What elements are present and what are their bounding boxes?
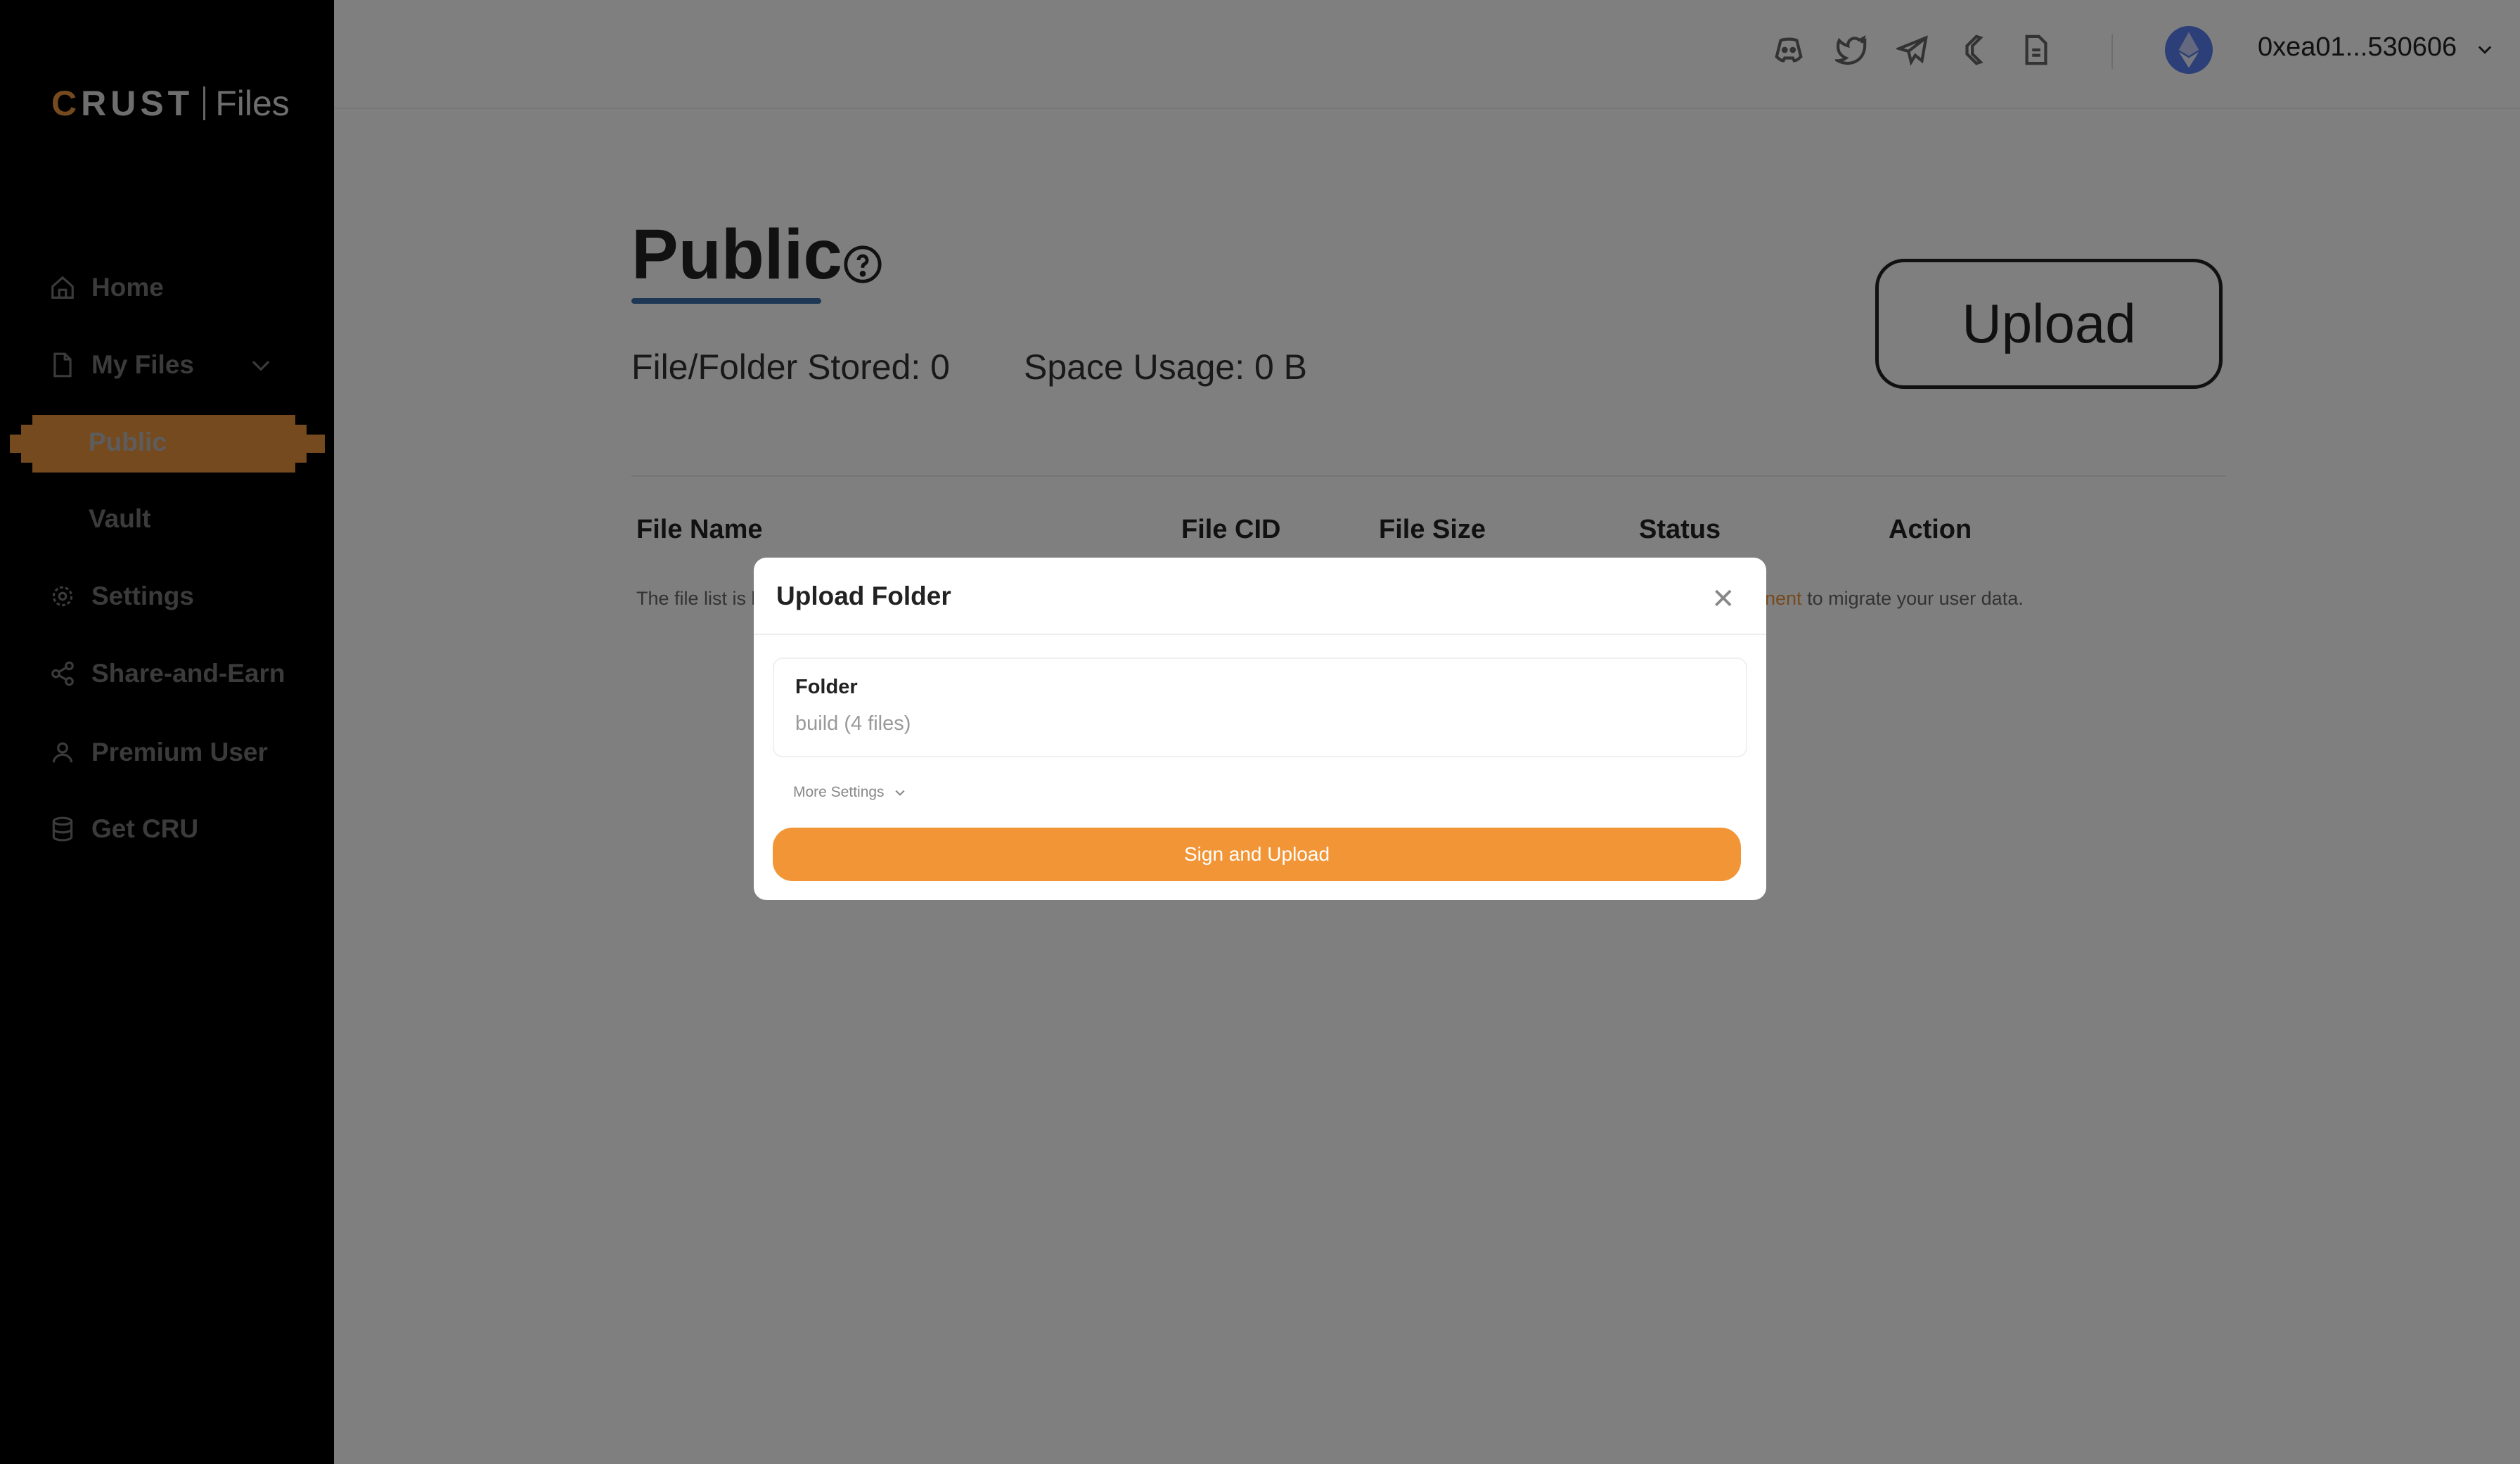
- dialog-title: Upload Folder: [776, 582, 951, 610]
- more-settings-label: More Settings: [793, 784, 885, 800]
- upload-folder-dialog: Upload Folder ✕ Folder build (4 files) M…: [754, 558, 1766, 900]
- more-settings-toggle[interactable]: More Settings: [793, 784, 907, 801]
- folder-value: build (4 files): [795, 712, 911, 735]
- folder-label: Folder: [795, 676, 858, 698]
- dialog-divider: [754, 634, 1766, 635]
- chevron-down-icon: [894, 790, 905, 796]
- close-icon[interactable]: ✕: [1711, 583, 1735, 615]
- sign-and-upload-button[interactable]: Sign and Upload: [773, 828, 1741, 881]
- folder-field: Folder build (4 files): [773, 657, 1747, 757]
